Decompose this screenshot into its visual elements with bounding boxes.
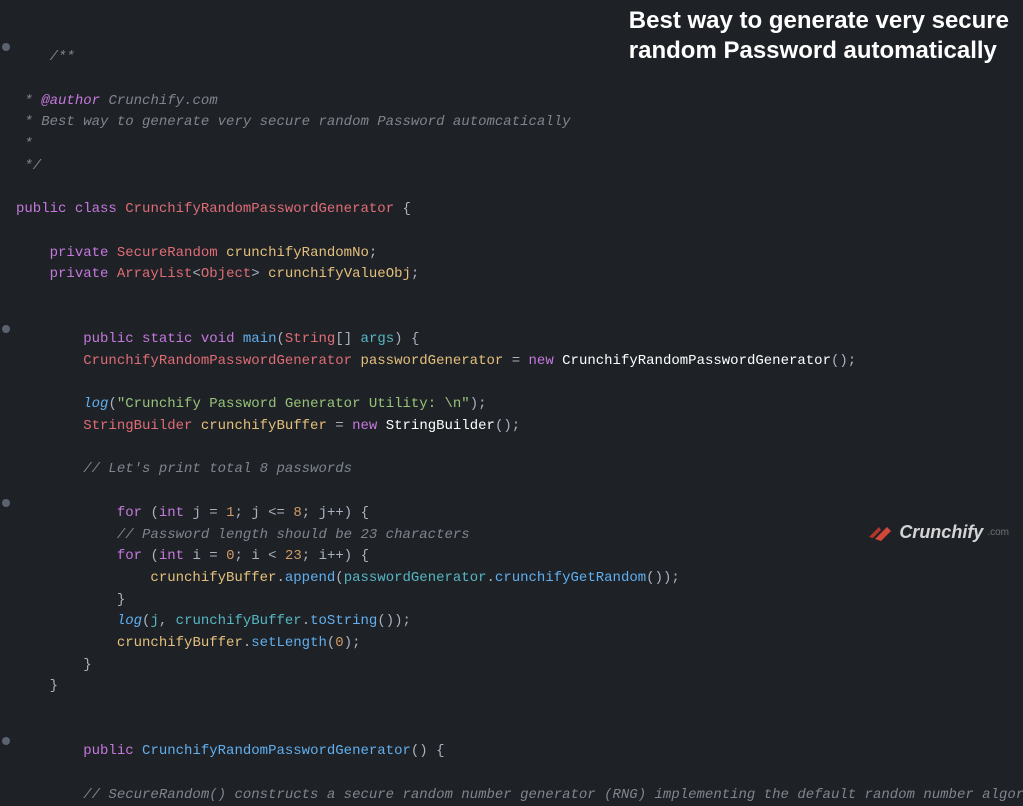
class-name: CrunchifyRandomPasswordGenerator <box>125 201 394 217</box>
code-line: for (int j = 1; j <= 8; j++) { <box>0 481 1023 524</box>
code-line <box>0 438 1023 460</box>
var-buffer: crunchifyBuffer <box>201 418 327 434</box>
constructor: CrunchifyRandomPasswordGenerator <box>142 743 411 759</box>
string-literal: "Crunchify Password Generator Utility: \… <box>117 396 470 412</box>
kw-public: public <box>16 201 66 217</box>
title-line-1: Best way to generate very secure <box>629 6 1009 36</box>
code-line: StringBuilder crunchifyBuffer = new Stri… <box>0 416 1023 438</box>
doc-close: */ <box>16 158 41 174</box>
method-getrandom: crunchifyGetRandom <box>495 570 646 586</box>
overlay-title: Best way to generate very secure random … <box>629 6 1009 66</box>
doc-desc: Best way to generate very secure random … <box>41 114 570 130</box>
code-line <box>0 178 1023 200</box>
brand-name: Crunchify <box>899 519 983 547</box>
code-line: public CrunchifyRandomPasswordGenerator(… <box>0 720 1023 763</box>
brand-logo: Crunchify.com <box>867 519 1009 547</box>
type-arraylist: ArrayList <box>117 266 193 282</box>
code-line: crunchifyBuffer.setLength(0); <box>0 633 1023 655</box>
code-line: * <box>0 134 1023 156</box>
code-line <box>0 373 1023 395</box>
code-line <box>0 286 1023 308</box>
type-stringbuilder: StringBuilder <box>83 418 192 434</box>
code-line: CrunchifyRandomPasswordGenerator passwor… <box>0 351 1023 373</box>
code-line: } <box>0 590 1023 612</box>
param-args: args <box>361 331 395 347</box>
doc-open: /** <box>50 49 75 65</box>
code-editor: /** * @author Crunchify.com * Best way t… <box>0 0 1023 567</box>
method-tostring: toString <box>310 613 377 629</box>
author-value: Crunchify.com <box>108 93 217 109</box>
code-line: */ <box>0 156 1023 178</box>
fold-toggle[interactable] <box>2 499 10 507</box>
brand-ext: .com <box>987 525 1009 541</box>
code-line: // Let's print total 8 passwords <box>0 459 1023 481</box>
method-main: main <box>243 331 277 347</box>
type-securerandom: SecureRandom <box>117 245 218 261</box>
code-line: crunchifyBuffer.append(passwordGenerator… <box>0 568 1023 590</box>
code-line: public class CrunchifyRandomPasswordGene… <box>0 199 1023 221</box>
code-line: public static void main(String[] args) { <box>0 308 1023 351</box>
fold-toggle[interactable] <box>2 737 10 745</box>
code-line: for (int i = 0; i < 23; i++) { <box>0 546 1023 568</box>
method-append: append <box>285 570 335 586</box>
comment-len23: // Password length should be 23 characte… <box>117 527 470 543</box>
javadoc-tag: @author <box>41 93 100 109</box>
code-line: // SecureRandom() constructs a secure ra… <box>0 785 1023 806</box>
field-valueobj: crunchifyValueObj <box>268 266 411 282</box>
comment-eight: // Let's print total 8 passwords <box>83 461 352 477</box>
field-random: crunchifyRandomNo <box>226 245 369 261</box>
code-line: private ArrayList<Object> crunchifyValue… <box>0 264 1023 286</box>
code-line: log("Crunchify Password Generator Utilit… <box>0 394 1023 416</box>
method-log: log <box>83 396 108 412</box>
fold-toggle[interactable] <box>2 43 10 51</box>
fold-toggle[interactable] <box>2 325 10 333</box>
code-line: } <box>0 655 1023 677</box>
code-line <box>0 763 1023 785</box>
brand-icon <box>867 524 893 542</box>
code-line: private SecureRandom crunchifyRandomNo; <box>0 243 1023 265</box>
comment-securerandom: // SecureRandom() constructs a secure ra… <box>83 787 1023 803</box>
code-line: log(j, crunchifyBuffer.toString()); <box>0 611 1023 633</box>
code-line <box>0 221 1023 243</box>
title-line-2: random Password automatically <box>629 36 1009 66</box>
method-setlength: setLength <box>251 635 327 651</box>
code-line <box>0 698 1023 720</box>
code-line: * @author Crunchify.com <box>0 91 1023 113</box>
code-line: } <box>0 676 1023 698</box>
var-passwordgenerator: passwordGenerator <box>360 353 503 369</box>
kw-class: class <box>75 201 117 217</box>
code-line: * Best way to generate very secure rando… <box>0 112 1023 134</box>
